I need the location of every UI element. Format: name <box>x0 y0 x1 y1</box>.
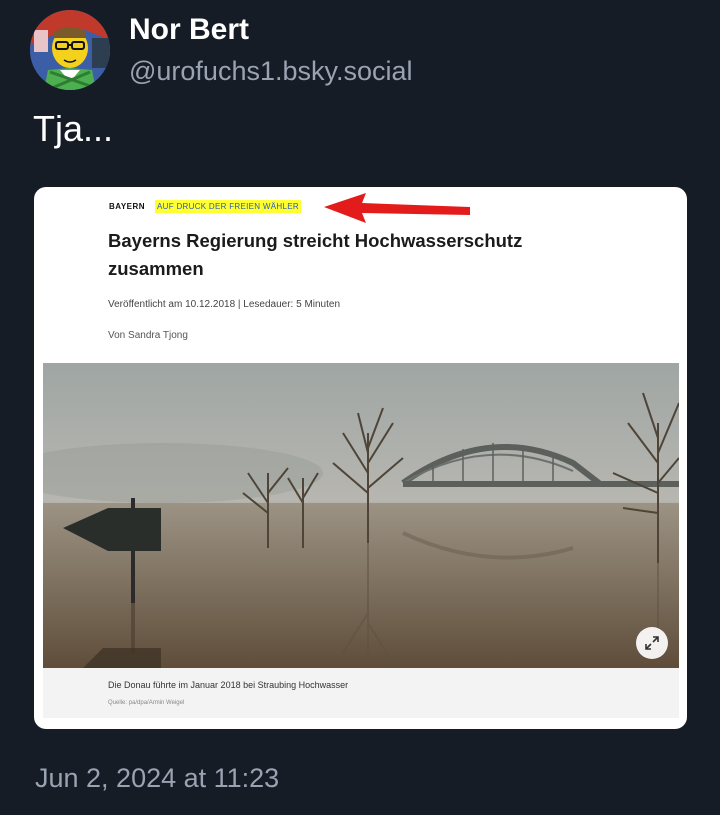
flood-photo <box>43 363 679 668</box>
post-timestamp[interactable]: Jun 2, 2024 at 11:23 <box>35 763 279 794</box>
red-arrow-annotation-icon <box>324 193 470 223</box>
article-headline: Bayerns Regierung streicht Hochwassersch… <box>108 230 523 279</box>
photo-caption-area: Die Donau führte im Januar 2018 bei Stra… <box>43 668 679 718</box>
avatar[interactable] <box>30 10 110 90</box>
article-topline-highlighted: AUF DRUCK DER FREIEN WÄHLER <box>155 199 301 213</box>
embedded-image-card[interactable]: BAYERN AUF DRUCK DER FREIEN WÄHLER Bayer… <box>34 187 687 729</box>
expand-image-button[interactable] <box>636 627 668 659</box>
article-category: BAYERN <box>109 201 146 211</box>
photo-caption: Die Donau führte im Januar 2018 bei Stra… <box>108 680 349 690</box>
article-meta: Veröffentlicht am 10.12.2018 | Lesedauer… <box>108 299 341 310</box>
author-handle[interactable]: @urofuchs1.bsky.social <box>129 56 413 87</box>
author-name[interactable]: Nor Bert <box>129 13 249 47</box>
flood-photo-image <box>43 363 679 668</box>
article-byline: Von Sandra Tjong <box>108 330 188 341</box>
expand-arrows-icon <box>645 636 659 650</box>
article-kicker: BAYERN AUF DRUCK DER FREIEN WÄHLER <box>109 198 301 214</box>
post-text: Tja... <box>33 108 114 149</box>
post: Nor Bert @urofuchs1.bsky.social Tja... B… <box>0 0 720 815</box>
photo-credit: Quelle: pa/dpa/Armin Weigel <box>108 700 185 706</box>
avatar-cartoon-icon <box>30 10 110 90</box>
